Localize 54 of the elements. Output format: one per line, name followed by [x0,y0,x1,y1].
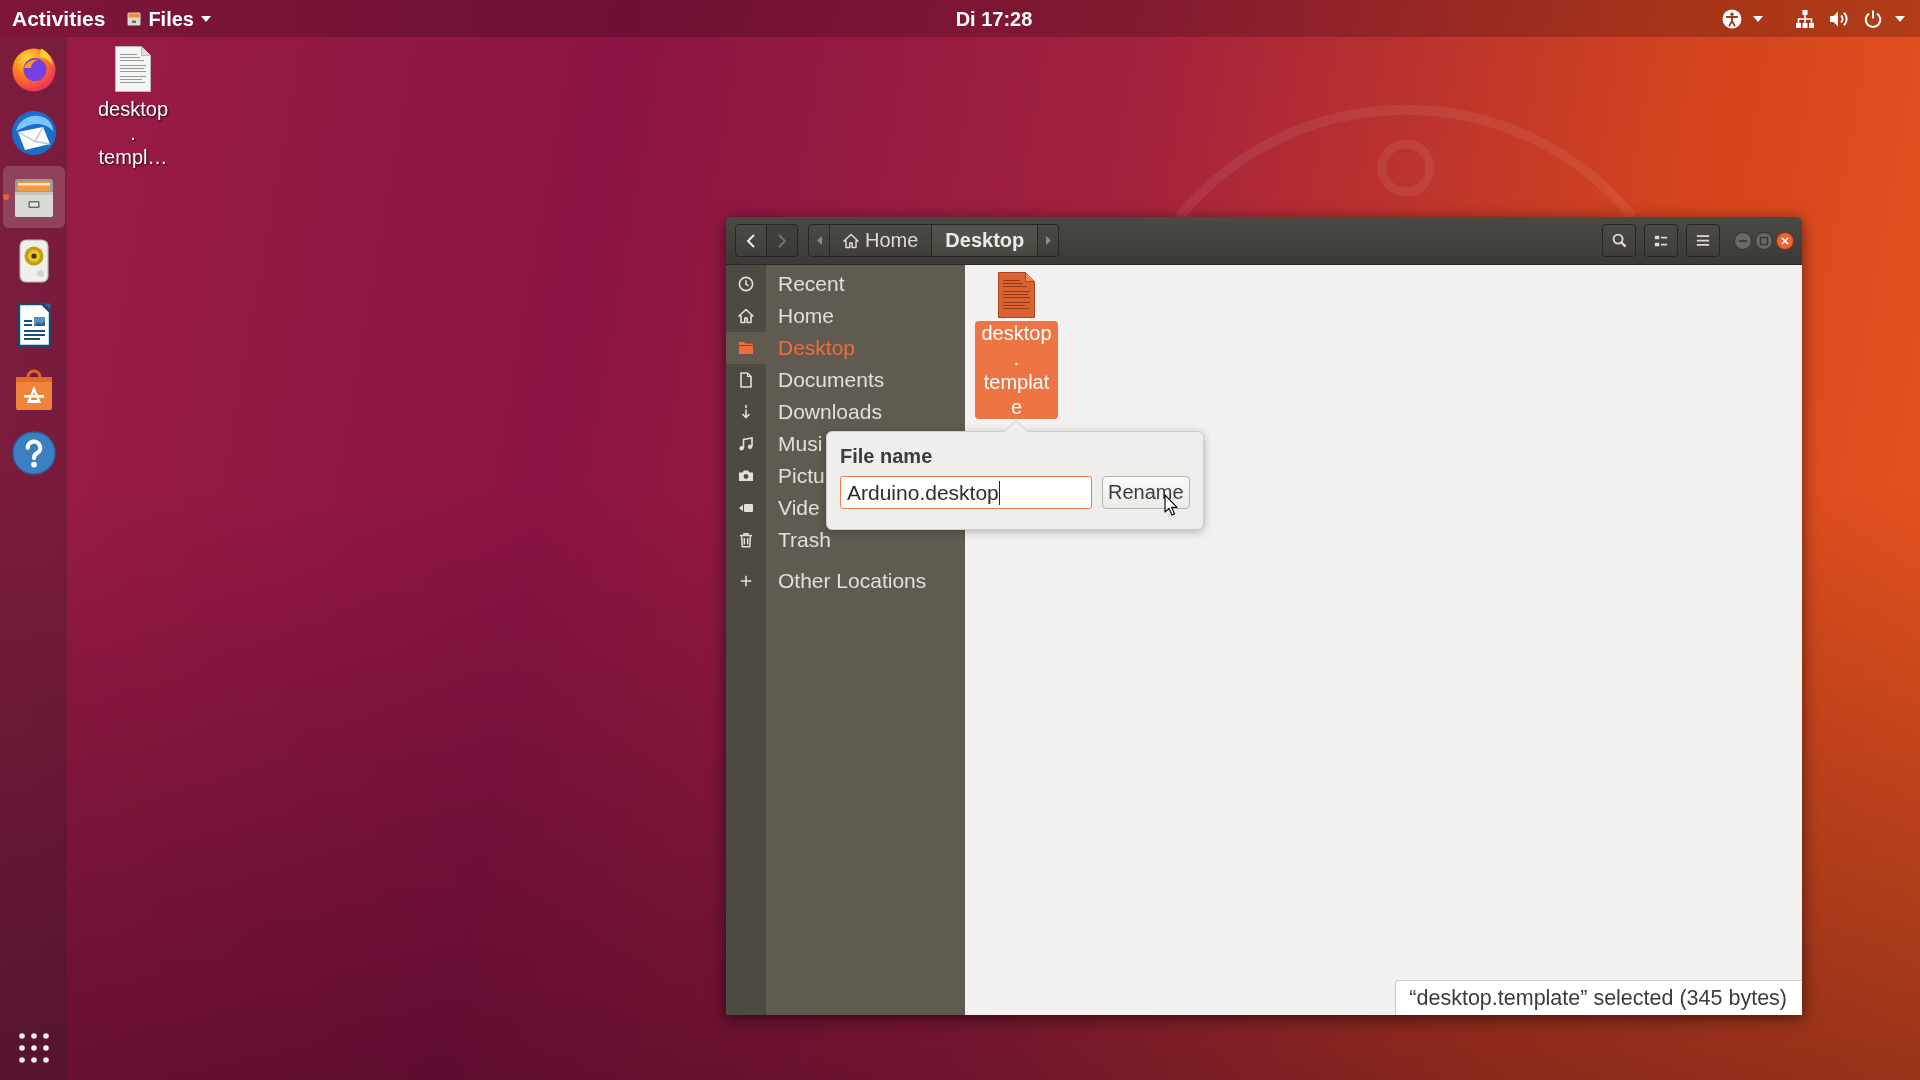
path-button[interactable]: Home [830,224,933,257]
document-icon[interactable] [738,372,754,388]
caret-down-icon[interactable] [1895,15,1905,22]
sidebar-item[interactable]: Home [726,300,835,332]
close-icon[interactable] [1776,231,1794,250]
document-icon[interactable] [998,272,1035,318]
rename-button[interactable]: Rename [1102,476,1190,509]
sidebar-item[interactable]: Recent [726,268,845,300]
sidebar-item[interactable]: Downloads [726,396,882,428]
trash-icon[interactable] [738,532,754,548]
plus-icon[interactable] [739,574,753,588]
chevron-left-icon[interactable] [746,232,756,249]
document-icon[interactable] [115,46,151,92]
home-icon[interactable] [738,308,754,324]
file-name[interactable]: desktop . templat e [975,321,1058,419]
file-cabinet-icon[interactable] [127,11,142,26]
home-icon[interactable] [843,232,859,249]
caret-down-icon[interactable] [1753,15,1763,22]
back-button[interactable] [735,224,767,257]
sidebar-item[interactable]: Musi [726,428,823,460]
menu-icon[interactable] [1696,234,1710,247]
scroll-left-button[interactable] [808,224,830,257]
view-options-button[interactable] [1644,224,1678,257]
file-name[interactable]: desktop . templ… [97,97,169,169]
triangle-left-icon[interactable] [816,236,822,245]
network-icon[interactable] [1795,8,1815,29]
app-grid-icon[interactable] [18,1033,49,1063]
search-icon[interactable] [1611,233,1627,248]
path-button[interactable]: Desktop [932,224,1039,257]
music-notes-icon[interactable] [738,436,754,452]
file-name-field[interactable]: Arduino.desktop [840,476,1092,509]
triangle-right-icon[interactable] [1045,236,1051,245]
power-icon[interactable] [1863,8,1883,29]
menu-button[interactable] [1686,224,1720,257]
clock-icon[interactable] [738,276,754,292]
caret-down-icon[interactable] [200,15,211,22]
clock-button[interactable]: Di 17:28 [955,5,1033,32]
list-view-icon[interactable] [1654,233,1668,248]
sidebar-item[interactable]: Documents [726,364,885,396]
accessibility-icon[interactable] [1722,8,1742,29]
search-button[interactable] [1602,224,1636,257]
help-icon[interactable] [10,430,57,476]
app-menu-button[interactable]: Files [127,5,211,32]
sidebar-item[interactable]: Pictu [726,460,825,492]
sidebar-item[interactable]: Vide [726,492,820,524]
popover-title: File name [840,444,934,468]
camera-icon[interactable] [738,468,754,484]
bird-envelope-icon[interactable] [9,109,58,157]
status-bar: “desktop.template” selected (345 bytes) [1395,980,1802,1015]
sidebar-item[interactable]: Other Locations [726,565,927,597]
scroll-right-button[interactable] [1038,224,1060,257]
sidebar-item[interactable]: Trash [726,524,831,556]
activities-button[interactable]: Activities [12,5,106,32]
launcher-button[interactable] [2,166,65,228]
